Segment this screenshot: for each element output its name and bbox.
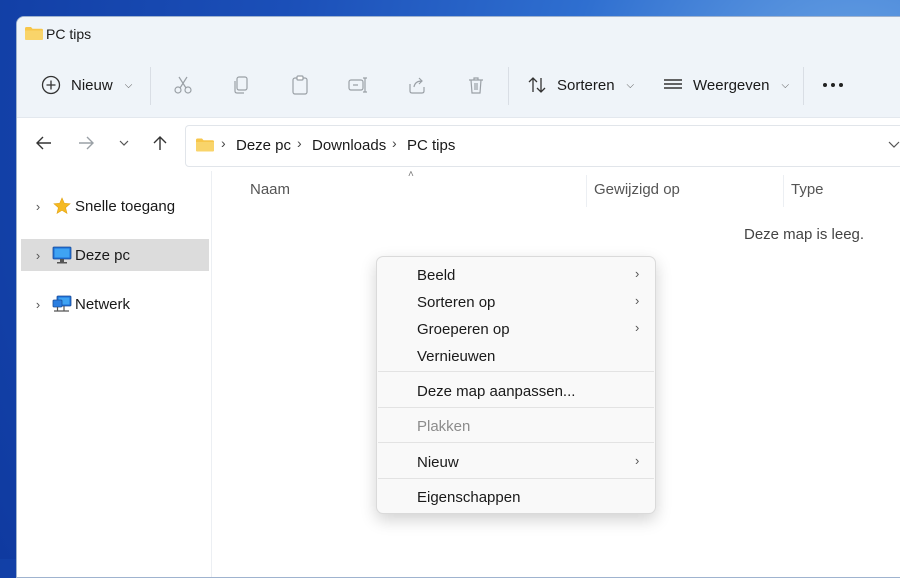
chevron-right-icon[interactable]: ›: [27, 297, 49, 312]
menu-item-label: Vernieuwen: [417, 347, 496, 365]
menu-item-label: Eigenschappen: [417, 488, 521, 506]
address-row: › Deze pc › Downloads › PC tips: [17, 118, 900, 170]
rename-button[interactable]: [348, 57, 368, 113]
arrow-up-icon: [153, 136, 167, 150]
plus-circle-icon: [41, 75, 61, 95]
menu-item-refresh[interactable]: Vernieuwen: [377, 343, 655, 369]
chevron-down-icon: ⌵: [124, 79, 133, 91]
recent-locations-button[interactable]: [113, 132, 135, 154]
arrow-left-icon: [36, 136, 51, 150]
column-divider[interactable]: [783, 175, 784, 207]
share-button[interactable]: [407, 57, 427, 113]
menu-item-view[interactable]: Beeld ›: [377, 262, 655, 288]
chevron-down-icon[interactable]: [888, 141, 900, 148]
menu-item-properties[interactable]: Eigenschappen: [377, 484, 655, 510]
chevron-down-icon: ⌵: [781, 79, 790, 91]
star-icon: [51, 196, 73, 216]
menu-item-label: Deze map aanpassen...: [417, 382, 576, 400]
menu-item-label: Sorteren op: [417, 293, 496, 311]
toolbar-divider: [150, 67, 151, 105]
menu-item-label: Groeperen op: [417, 320, 510, 338]
sidebar-item-label: Snelle toegang: [75, 197, 176, 215]
view-button[interactable]: Weergeven ⌵: [663, 57, 789, 113]
menu-item-sort-by[interactable]: Sorteren op ›: [377, 289, 655, 315]
breadcrumb-downloads[interactable]: Downloads: [312, 137, 386, 154]
chevron-down-icon: [119, 140, 129, 146]
folder-icon: [196, 138, 214, 152]
navigation-pane: › Snelle toegang › Deze pc › Netwerk: [17, 171, 212, 577]
menu-item-new[interactable]: Nieuw ›: [377, 449, 655, 475]
arrow-right-icon: [79, 136, 94, 150]
chevron-right-icon: ›: [392, 135, 397, 151]
sidebar-item-network[interactable]: › Netwerk: [21, 288, 209, 320]
sidebar-item-this-pc[interactable]: › Deze pc: [21, 239, 209, 271]
chevron-right-icon[interactable]: ›: [27, 248, 49, 263]
up-button[interactable]: [149, 132, 171, 154]
window-title: PC tips: [46, 26, 92, 42]
sort-button-label: Sorteren: [557, 76, 615, 94]
column-header-name[interactable]: Naam: [250, 181, 290, 198]
list-view-icon: [664, 79, 682, 89]
scissors-icon: [174, 76, 192, 94]
chevron-right-icon: ›: [635, 293, 640, 308]
sort-arrows-icon: [528, 77, 546, 93]
menu-separator: [378, 442, 654, 443]
chevron-right-icon[interactable]: ›: [27, 199, 49, 214]
monitor-icon: [51, 245, 73, 265]
delete-button[interactable]: [466, 57, 486, 113]
cut-button[interactable]: [173, 57, 193, 113]
sidebar-item-label: Deze pc: [75, 246, 131, 264]
address-bar[interactable]: › Deze pc › Downloads › PC tips: [185, 125, 900, 167]
menu-separator: [378, 371, 654, 372]
rename-icon: [348, 77, 367, 93]
empty-folder-message: Deze map is leeg.: [744, 226, 865, 243]
command-bar: Nieuw ⌵ Sorteren ⌵ Weergeven ⌵: [17, 57, 900, 118]
new-button-label: Nieuw: [71, 76, 113, 94]
menu-item-label: Beeld: [417, 266, 456, 284]
folder-icon: [25, 27, 43, 40]
column-header-type[interactable]: Type: [791, 181, 824, 198]
copy-icon: [234, 76, 248, 94]
chevron-right-icon: ›: [635, 453, 640, 468]
menu-item-customize-folder[interactable]: Deze map aanpassen...: [377, 378, 655, 404]
chevron-up-icon: ˄: [408, 169, 414, 180]
menu-item-label: Plakken: [417, 417, 471, 435]
chevron-right-icon: ›: [635, 320, 640, 335]
title-bar[interactable]: PC tips: [17, 17, 900, 57]
chevron-down-icon: ⌵: [626, 79, 635, 91]
back-button[interactable]: [33, 132, 55, 154]
menu-separator: [378, 478, 654, 479]
menu-item-label: Nieuw: [417, 453, 459, 471]
trash-icon: [469, 77, 483, 94]
view-button-label: Weergeven: [693, 76, 770, 94]
column-header-modified[interactable]: Gewijzigd op: [594, 181, 680, 198]
copy-button[interactable]: [231, 57, 251, 113]
paste-button[interactable]: [290, 57, 310, 113]
chevron-right-icon: ›: [635, 266, 640, 281]
more-options-button[interactable]: [822, 57, 844, 113]
ellipsis-icon: [823, 83, 843, 87]
chevron-right-icon: ›: [221, 135, 226, 151]
breadcrumb-deze-pc[interactable]: Deze pc: [236, 137, 291, 154]
menu-item-group-by[interactable]: Groeperen op ›: [377, 316, 655, 342]
network-icon: [51, 294, 73, 314]
share-icon: [409, 77, 425, 94]
toolbar-divider: [803, 67, 804, 105]
sort-button[interactable]: Sorteren ⌵: [527, 57, 634, 113]
menu-separator: [378, 407, 654, 408]
sidebar-item-label: Netwerk: [75, 295, 131, 313]
toolbar-divider: [508, 67, 509, 105]
sidebar-item-quick-access[interactable]: › Snelle toegang: [21, 190, 209, 222]
column-divider[interactable]: [586, 175, 587, 207]
new-button[interactable]: Nieuw ⌵: [41, 57, 132, 113]
menu-item-paste[interactable]: Plakken: [377, 413, 655, 439]
context-menu: Beeld › Sorteren op › Groeperen op › Ver…: [376, 256, 656, 514]
breadcrumb-pc-tips[interactable]: PC tips: [407, 137, 455, 154]
clipboard-icon: [292, 75, 308, 95]
chevron-right-icon: ›: [297, 135, 302, 151]
forward-button[interactable]: [75, 132, 97, 154]
